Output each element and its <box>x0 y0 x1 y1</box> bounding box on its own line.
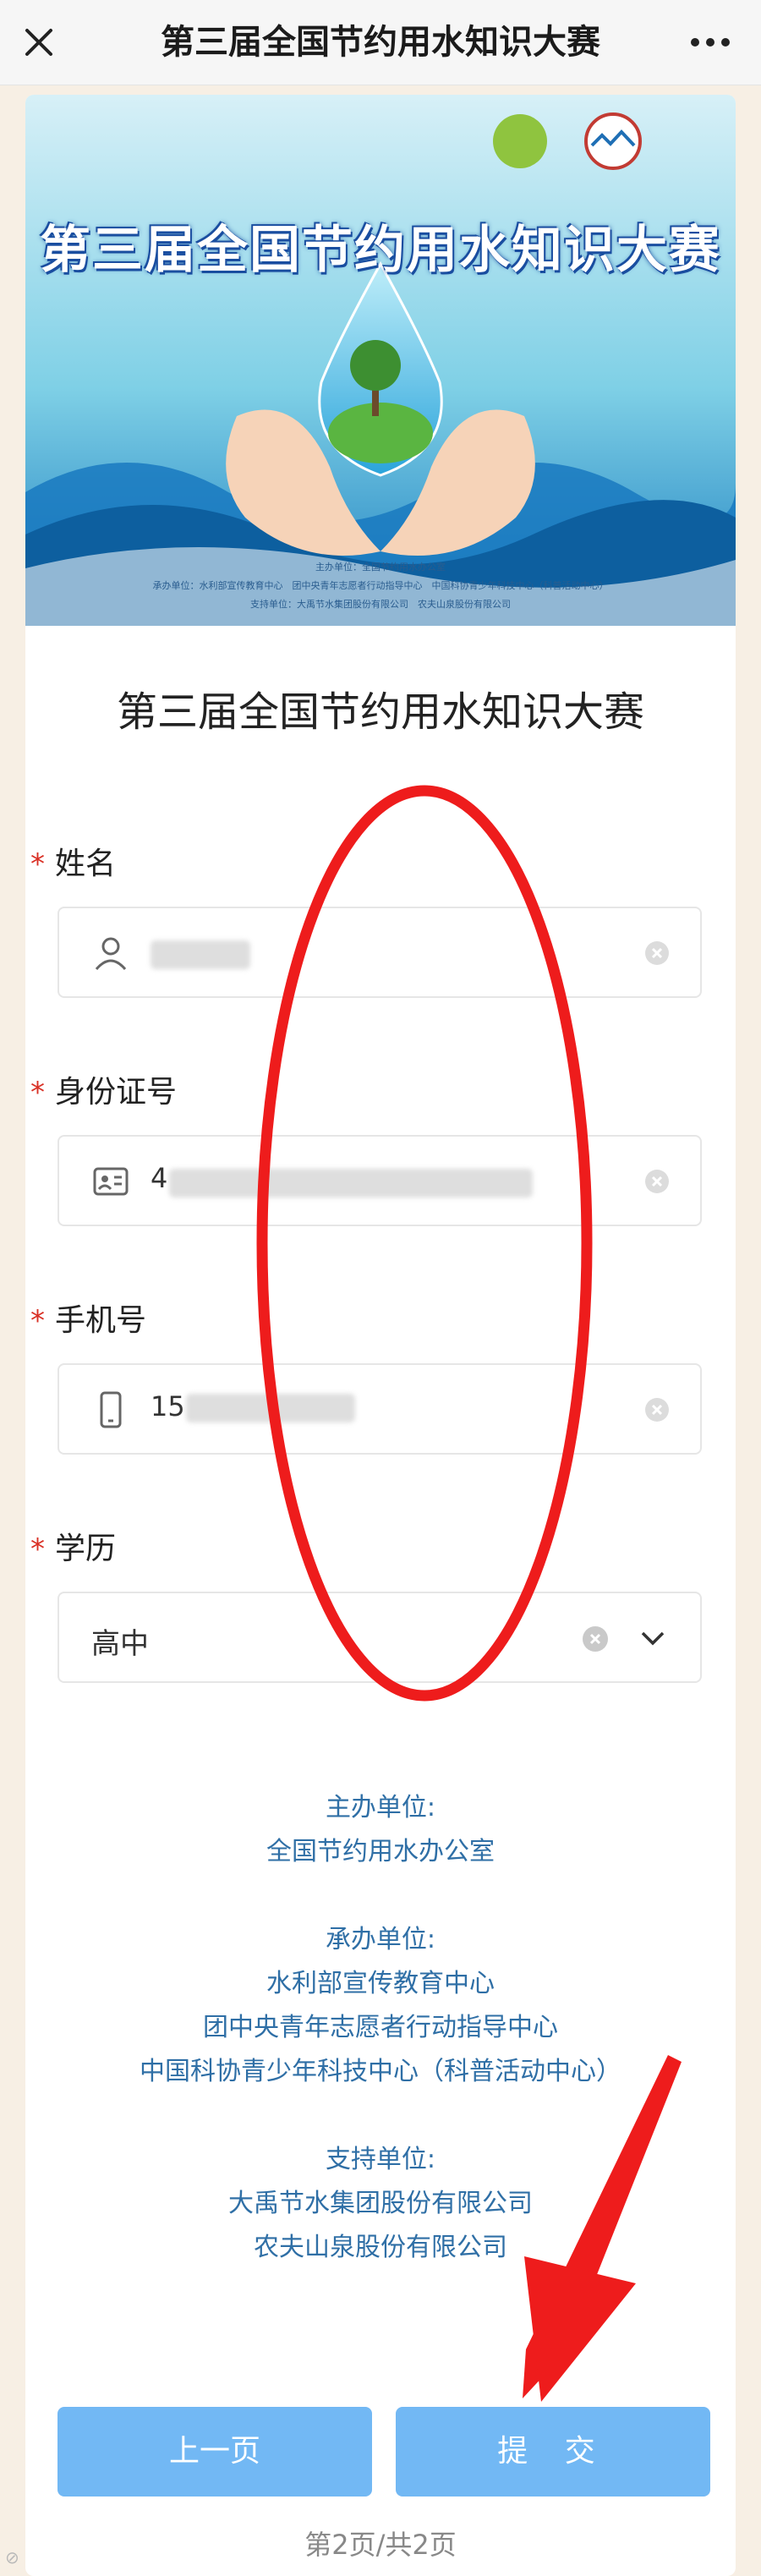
host-name: 全国节约用水办公室 <box>266 1837 495 1866</box>
education-value: 高中 <box>91 1627 149 1661</box>
required-mark: * <box>30 1304 45 1338</box>
page-indicator: 第2页/共2页 <box>304 2529 457 2561</box>
id-card-icon <box>93 1167 129 1196</box>
id-card-field[interactable]: 4 <box>57 1135 702 1226</box>
name-label: * 姓名 <box>30 839 116 883</box>
redacted-name <box>151 940 250 969</box>
education-select[interactable]: 高中 <box>57 1592 702 1683</box>
organizer-name: 水利部宣传教育中心 <box>266 1969 495 1998</box>
phone-icon <box>100 1391 122 1428</box>
clear-icon[interactable] <box>644 940 670 966</box>
page-title: 第三届全国节约用水知识大赛 <box>161 23 600 62</box>
form-card: 第三届全国节约用水知识大赛 主办单位：全国节约用水办公室 承办单位：水利部宣传教… <box>25 95 736 2576</box>
required-mark: * <box>30 847 45 881</box>
contest-banner: 第三届全国节约用水知识大赛 主办单位：全国节约用水办公室 承办单位：水利部宣传教… <box>25 95 736 626</box>
banner-credit-line: 支持单位：大禹节水集团股份有限公司 农夫山泉股份有限公司 <box>250 599 511 610</box>
close-icon[interactable] <box>15 19 63 66</box>
name-field[interactable] <box>57 907 702 998</box>
host-label: 主办单位: <box>325 1793 436 1822</box>
banner-illustration <box>25 95 736 626</box>
education-label: * 学历 <box>30 1524 116 1568</box>
banner-credit-line: 主办单位：全国节约用水办公室 <box>315 562 446 573</box>
id-card-label-text: 身份证号 <box>55 1075 178 1110</box>
banner-credit-line: 承办单位：水利部宣传教育中心 团中央青年志愿者行动指导中心 中国科协青少年科技中… <box>152 580 609 591</box>
name-label-text: 姓名 <box>55 847 117 881</box>
organizer-label: 承办单位: <box>325 1925 436 1954</box>
organizer-name: 中国科协青少年科技中心（科普活动中心） <box>140 2057 621 2086</box>
redacted-id-card <box>169 1169 533 1198</box>
form-title: 第三届全国节约用水知识大赛 <box>116 688 644 736</box>
organizer-info: 主办单位: 全国节约用水办公室 承办单位: 水利部宣传教育中心 团中央青年志愿者… <box>25 1786 736 2270</box>
watermark: ⊘ <box>5 2547 19 2568</box>
supporter-name: 农夫山泉股份有限公司 <box>254 2233 507 2262</box>
phone-label-text: 手机号 <box>55 1303 147 1338</box>
phone-label: * 手机号 <box>30 1296 146 1340</box>
supporter-label: 支持单位: <box>325 2145 436 2174</box>
clear-icon[interactable] <box>582 1625 609 1652</box>
clear-icon[interactable] <box>644 1169 670 1194</box>
person-icon <box>95 937 127 971</box>
more-options-icon[interactable] <box>685 19 736 66</box>
required-mark: * <box>30 1076 45 1110</box>
chevron-down-icon[interactable] <box>638 1625 668 1651</box>
education-label-text: 学历 <box>55 1532 117 1566</box>
banner-title: 第三届全国节约用水知识大赛 <box>40 221 721 280</box>
previous-page-button[interactable]: 上一页 <box>57 2407 372 2497</box>
id-card-visible-prefix: 4 <box>151 1162 168 1194</box>
submit-button[interactable]: 提 交 <box>396 2407 710 2497</box>
organizer-name: 团中央青年志愿者行动指导中心 <box>203 2013 558 2042</box>
phone-field[interactable]: 15 <box>57 1363 702 1455</box>
required-mark: * <box>30 1532 45 1566</box>
banner-credits: 主办单位：全国节约用水办公室 承办单位：水利部宣传教育中心 团中央青年志愿者行动… <box>25 558 736 614</box>
phone-visible-prefix: 15 <box>151 1390 185 1422</box>
redacted-phone <box>186 1394 355 1422</box>
top-nav-bar: 第三届全国节约用水知识大赛 <box>0 0 761 85</box>
id-card-label: * 身份证号 <box>30 1067 177 1111</box>
clear-icon[interactable] <box>644 1397 670 1422</box>
supporter-name: 大禹节水集团股份有限公司 <box>228 2189 533 2218</box>
